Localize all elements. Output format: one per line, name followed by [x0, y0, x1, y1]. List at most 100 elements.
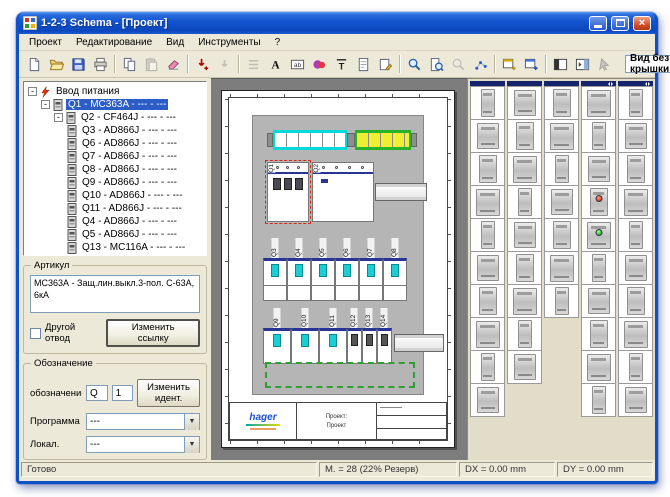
menu-item-4[interactable]: Инструменты	[191, 36, 267, 49]
tree-item-q3[interactable]: Q3 - AD866J - --- - ---	[26, 124, 206, 137]
product-thumbnail[interactable]	[470, 317, 505, 351]
product-thumbnail[interactable]	[507, 86, 542, 120]
designation-number-field[interactable]: 1	[112, 385, 134, 401]
product-thumbnail[interactable]	[470, 383, 505, 417]
product-thumbnail[interactable]	[507, 350, 542, 384]
product-thumbnail[interactable]	[507, 218, 542, 252]
breaker-q6[interactable]: Q6	[335, 238, 359, 301]
breaker-q4[interactable]: Q4	[287, 238, 311, 301]
pe-terminal-block[interactable]	[355, 130, 411, 150]
tree-item-q4[interactable]: Q4 - AD866J - --- - ---	[26, 215, 206, 228]
product-thumbnail[interactable]	[470, 350, 505, 384]
product-thumbnail[interactable]	[618, 317, 653, 351]
tree-item-q8[interactable]: Q8 - AD866J - --- - ---	[26, 163, 206, 176]
chevron-down-icon[interactable]: ▼	[184, 437, 199, 453]
product-thumbnail[interactable]	[581, 383, 616, 417]
product-thumbnail[interactable]	[470, 86, 505, 120]
sheet-button[interactable]	[352, 53, 374, 75]
product-thumbnail[interactable]	[581, 119, 616, 153]
product-thumbnail[interactable]	[581, 218, 616, 252]
tree-item-q10[interactable]: Q10 - AD866J - --- - ---	[26, 189, 206, 202]
add-row-button[interactable]	[520, 53, 542, 75]
product-thumbnail[interactable]	[581, 185, 616, 219]
product-thumbnail[interactable]	[618, 218, 653, 252]
new-file-button[interactable]	[23, 53, 45, 75]
product-thumbnail[interactable]	[544, 119, 579, 153]
breaker-q11[interactable]: Q11	[319, 308, 347, 364]
text-button[interactable]: A	[264, 53, 286, 75]
product-thumbnail[interactable]	[581, 152, 616, 186]
product-thumbnail[interactable]	[618, 284, 653, 318]
breaker-q10[interactable]: Q10	[291, 308, 319, 364]
terminal-blocks[interactable]	[267, 130, 417, 150]
breaker-q2[interactable]: Q2	[312, 162, 374, 222]
product-thumbnail[interactable]	[507, 152, 542, 186]
product-thumbnail[interactable]	[470, 185, 505, 219]
local-dropdown[interactable]: --- ▼	[86, 436, 200, 453]
menu-item-1[interactable]: Проект	[22, 36, 69, 49]
breaker-q8[interactable]: Q8	[383, 238, 407, 301]
breaker-q5[interactable]: Q5	[311, 238, 335, 301]
snap-button[interactable]	[469, 53, 491, 75]
product-thumbnail[interactable]	[470, 284, 505, 318]
product-thumbnail[interactable]	[470, 152, 505, 186]
zoom-in-button[interactable]	[403, 53, 425, 75]
breaker-q12[interactable]: Q12	[347, 308, 362, 364]
breaker-q13[interactable]: Q13	[362, 308, 377, 364]
article-description[interactable]: МС363А - Защ.лин.выкл.3-пол. С-63А, 6кА	[30, 275, 200, 313]
zoom-out-button[interactable]	[447, 53, 469, 75]
change-link-button[interactable]: Изменить ссылку	[106, 319, 200, 347]
add-cabinet-button[interactable]	[498, 53, 520, 75]
zoom-page-button[interactable]	[425, 53, 447, 75]
product-thumbnail[interactable]	[470, 119, 505, 153]
product-thumbnail[interactable]	[581, 350, 616, 384]
symbol-button[interactable]	[308, 53, 330, 75]
change-ident-button[interactable]: Изменить идент.	[137, 379, 200, 407]
tree-root-power-feed[interactable]: -Ввод питания	[26, 85, 206, 98]
maximize-button[interactable]	[611, 16, 629, 31]
product-thumbnail[interactable]	[618, 251, 653, 285]
sheet-edit-button[interactable]	[374, 53, 396, 75]
menu-item-2[interactable]: Редактирование	[69, 36, 159, 49]
remove-feed-button[interactable]	[213, 53, 235, 75]
product-thumbnail[interactable]	[618, 350, 653, 384]
product-thumbnail[interactable]	[544, 185, 579, 219]
title-bar[interactable]: 1-2-3 Schema - [Проект] ×	[19, 12, 655, 34]
designation-prefix-field[interactable]: Q	[86, 385, 108, 401]
product-thumbnail[interactable]	[581, 251, 616, 285]
product-thumbnail[interactable]	[507, 251, 542, 285]
product-thumbnail[interactable]	[470, 218, 505, 252]
program-dropdown[interactable]: --- ▼	[86, 413, 200, 430]
tree-item-q1[interactable]: -Q1 - MC363A - --- - ---	[26, 98, 206, 111]
tree-expander[interactable]: -	[54, 113, 63, 122]
product-thumbnail[interactable]	[618, 383, 653, 417]
product-thumbnail[interactable]	[470, 251, 505, 285]
tree-item-q13[interactable]: Q13 - MC116A - --- - ---	[26, 241, 206, 254]
view-mode-dropdown[interactable]: Вид без крышки ▼	[625, 55, 670, 73]
product-thumbnail[interactable]	[618, 119, 653, 153]
product-thumbnail[interactable]	[618, 86, 653, 120]
product-thumbnail[interactable]	[544, 284, 579, 318]
tree-item-q11[interactable]: Q11 - AD866J - --- - ---	[26, 202, 206, 215]
product-thumbnail[interactable]	[544, 251, 579, 285]
product-thumbnail[interactable]	[581, 284, 616, 318]
neutral-terminal-block[interactable]	[273, 130, 347, 150]
chevron-down-icon[interactable]: ▼	[184, 414, 199, 430]
tree-item-q6[interactable]: Q6 - AD866J - --- - ---	[26, 137, 206, 150]
tree-item-q9[interactable]: Q9 - AD866J - --- - ---	[26, 176, 206, 189]
open-folder-button[interactable]	[45, 53, 67, 75]
product-thumbnail[interactable]	[618, 185, 653, 219]
breaker-q3[interactable]: Q3	[263, 238, 287, 301]
tree-item-q14[interactable]: Q14 - MC116A - --- - ---	[26, 254, 206, 256]
product-thumbnail[interactable]	[507, 119, 542, 153]
product-thumbnail[interactable]	[544, 152, 579, 186]
minimize-button[interactable]	[589, 16, 607, 31]
product-thumbnail[interactable]	[507, 317, 542, 351]
other-tap-checkbox[interactable]	[30, 328, 41, 339]
tree-expander[interactable]: -	[41, 100, 50, 109]
product-thumbnail[interactable]	[544, 218, 579, 252]
product-thumbnail[interactable]	[544, 86, 579, 120]
drawing-canvas[interactable]: Q1 Q2	[211, 78, 467, 460]
menu-item-5[interactable]: ?	[268, 36, 288, 49]
add-feed-button[interactable]	[191, 53, 213, 75]
